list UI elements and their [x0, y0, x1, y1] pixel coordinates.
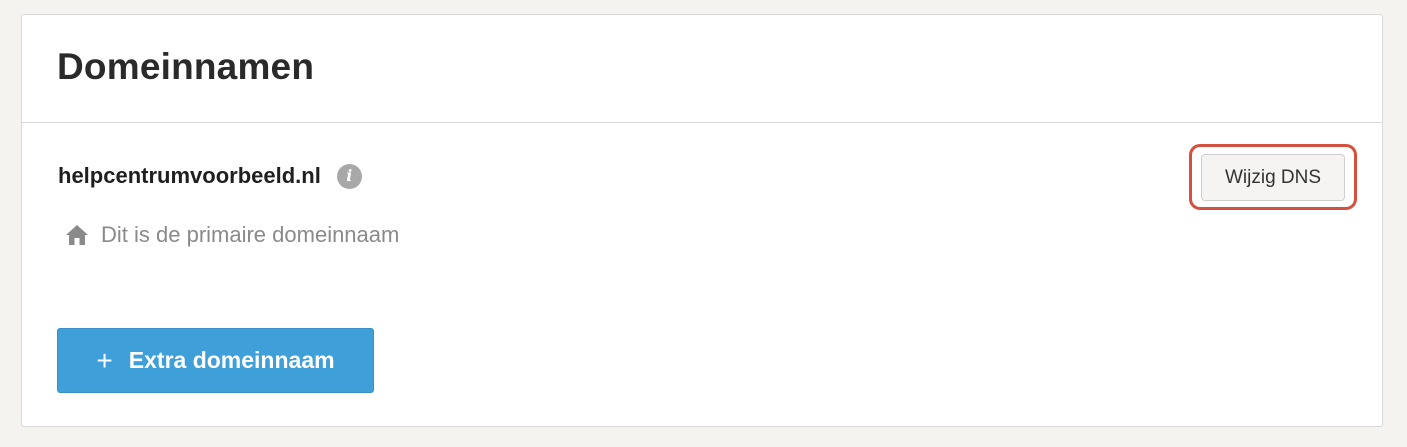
page-title: Domeinnamen: [57, 46, 315, 87]
domains-panel: Domeinnamen helpcentrumvoorbeeld.nl i Di…: [21, 14, 1383, 427]
info-icon[interactable]: i: [336, 163, 362, 189]
add-domain-button[interactable]: + Extra domeinnaam: [57, 328, 374, 393]
change-dns-button[interactable]: Wijzig DNS: [1201, 154, 1345, 201]
home-icon: [66, 225, 88, 245]
domain-name: helpcentrumvoorbeeld.nl: [58, 163, 321, 188]
panel-header: Domeinnamen: [22, 15, 1382, 123]
primary-domain-label: Dit is de primaire domeinnaam: [101, 222, 400, 247]
add-domain-label: Extra domeinnaam: [128, 347, 335, 373]
domain-row: helpcentrumvoorbeeld.nl i: [58, 163, 362, 189]
primary-domain-note: Dit is de primaire domeinnaam: [65, 222, 399, 248]
plus-icon: +: [96, 344, 113, 376]
